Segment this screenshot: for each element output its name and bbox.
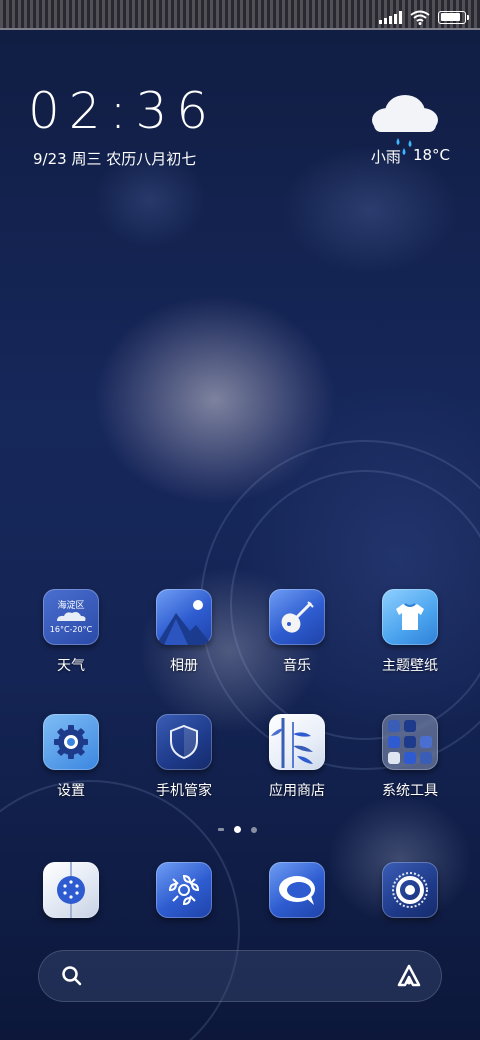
phone-dial-icon xyxy=(43,862,99,918)
settings-gear-icon xyxy=(43,714,99,770)
browser-ring-icon xyxy=(382,862,438,918)
app-music[interactable]: 音乐 xyxy=(252,589,342,675)
assistant-icon[interactable] xyxy=(396,963,422,989)
dock-browser[interactable] xyxy=(365,862,455,918)
app-settings[interactable]: 设置 xyxy=(26,714,116,800)
app-theme[interactable]: 主题壁纸 xyxy=(365,589,455,675)
contacts-ornament-icon xyxy=(156,862,212,918)
gallery-icon xyxy=(156,589,212,645)
clock-time[interactable]: 02:36 xyxy=(28,82,217,140)
cloud-ornament-icon xyxy=(57,612,86,621)
dock-messages[interactable] xyxy=(252,862,342,918)
theme-tshirt-icon xyxy=(382,589,438,645)
wifi-icon xyxy=(410,10,430,25)
app-store[interactable]: 应用商店 xyxy=(252,714,342,800)
app-label: 系统工具 xyxy=(382,783,438,799)
app-label: 天气 xyxy=(57,658,85,674)
signal-icon xyxy=(379,10,402,24)
page-indicator[interactable] xyxy=(218,826,257,833)
dock-contacts[interactable] xyxy=(139,862,229,918)
app-phone-manager[interactable]: 手机管家 xyxy=(139,714,229,800)
page-dot-active[interactable] xyxy=(234,826,241,833)
app-system-tools[interactable]: 系统工具 xyxy=(365,714,455,800)
search-icon[interactable] xyxy=(60,964,84,988)
status-bar xyxy=(379,9,469,25)
app-gallery[interactable]: 相册 xyxy=(139,589,229,675)
weather-icon: 海淀区 16°C-20°C xyxy=(43,589,99,645)
page-dot[interactable] xyxy=(251,826,257,833)
music-pipa-icon xyxy=(269,589,325,645)
weather-widget-city: 海淀区 xyxy=(57,601,85,611)
weather-condition: 小雨 xyxy=(370,148,401,166)
app-label: 设置 xyxy=(57,783,85,799)
app-label: 相册 xyxy=(170,658,198,674)
clock-date[interactable]: 9/23 周三 农历八月初七 xyxy=(33,148,196,169)
dock-phone[interactable] xyxy=(26,862,116,918)
search-bar[interactable] xyxy=(38,950,442,1002)
battery-icon xyxy=(438,10,469,24)
app-label: 音乐 xyxy=(283,658,311,674)
weather-temperature: 18°C xyxy=(412,146,450,164)
app-label: 手机管家 xyxy=(156,783,212,799)
app-weather[interactable]: 海淀区 16°C-20°C 天气 xyxy=(26,589,116,675)
security-shield-icon xyxy=(156,714,212,770)
messages-bubble-icon xyxy=(269,862,325,918)
app-label: 主题壁纸 xyxy=(382,658,438,674)
weather-widget-range: 16°C-20°C xyxy=(49,625,93,634)
system-tools-folder-icon xyxy=(382,714,438,770)
app-label: 应用商店 xyxy=(269,783,325,799)
weather-info[interactable]: 小雨 18°C xyxy=(371,146,450,167)
page-dot-menu[interactable] xyxy=(218,828,224,831)
app-store-bamboo-icon xyxy=(269,714,325,770)
